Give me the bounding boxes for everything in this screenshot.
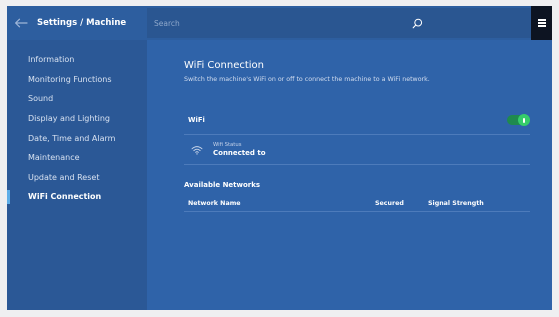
wifi-toggle-row: WiFi: [184, 105, 530, 135]
sidebar: Information Monitoring Functions Sound D…: [7, 40, 147, 310]
search-bar: [147, 8, 531, 38]
sidebar-item-maintenance[interactable]: Maintenance: [7, 148, 147, 168]
wifi-label: WiFi: [188, 115, 205, 124]
toggle-knob: [518, 114, 530, 126]
networks-table-header: Network Name Secured Signal Strength: [184, 194, 530, 212]
sidebar-item-label: Information: [28, 55, 75, 65]
sidebar-item-label: Sound: [28, 94, 54, 104]
header-left: Settings / Machine: [7, 6, 147, 40]
wifi-status-row: Wifi Status Connected to: [184, 135, 530, 165]
sidebar-item-date-time-alarm[interactable]: Date, Time and Alarm: [7, 128, 147, 148]
sidebar-item-wifi-connection[interactable]: WiFi Connection: [7, 187, 147, 207]
column-secured: Secured: [375, 200, 404, 207]
arrow-left-icon: [15, 18, 28, 28]
column-signal-strength: Signal Strength: [428, 200, 484, 207]
wifi-status-caption: Wifi Status: [213, 141, 242, 148]
wifi-status-value: Connected to: [213, 148, 266, 157]
sidebar-item-label: Update and Reset: [28, 172, 100, 182]
sidebar-item-sound[interactable]: Sound: [7, 89, 147, 109]
search-button[interactable]: [410, 16, 424, 30]
wifi-icon: [190, 144, 204, 156]
sidebar-item-display-and-lighting[interactable]: Display and Lighting: [7, 109, 147, 129]
search-input[interactable]: [147, 8, 397, 38]
back-button[interactable]: [7, 6, 35, 40]
wifi-toggle[interactable]: [507, 114, 530, 126]
sidebar-list: Information Monitoring Functions Sound D…: [7, 40, 147, 207]
column-network-name: Network Name: [188, 200, 241, 207]
main-content: WiFi Connection Switch the machine's WiF…: [147, 40, 552, 310]
sidebar-item-update-and-reset[interactable]: Update and Reset: [7, 168, 147, 188]
hamburger-menu-icon: [537, 18, 546, 28]
menu-button[interactable]: [531, 6, 552, 40]
sidebar-item-label: Display and Lighting: [28, 114, 110, 124]
wifi-status-text: Wifi Status Connected to: [213, 142, 266, 158]
sidebar-item-monitoring-functions[interactable]: Monitoring Functions: [7, 70, 147, 90]
sidebar-item-label: Maintenance: [28, 153, 80, 163]
available-networks-title: Available Networks: [184, 181, 261, 189]
breadcrumb: Settings / Machine: [37, 18, 127, 28]
sidebar-item-label: Date, Time and Alarm: [28, 133, 116, 143]
sidebar-item-label: Monitoring Functions: [28, 74, 112, 84]
page-subtitle: Switch the machine's WiFi on or off to c…: [184, 76, 430, 83]
sidebar-item-information[interactable]: Information: [7, 50, 147, 70]
page-title: WiFi Connection: [184, 60, 265, 71]
settings-window: Settings / Machine Information Monitorin: [7, 6, 552, 310]
search-icon: [412, 18, 422, 28]
top-bar: Settings / Machine: [7, 6, 552, 40]
sidebar-item-label: WiFi Connection: [28, 192, 102, 202]
